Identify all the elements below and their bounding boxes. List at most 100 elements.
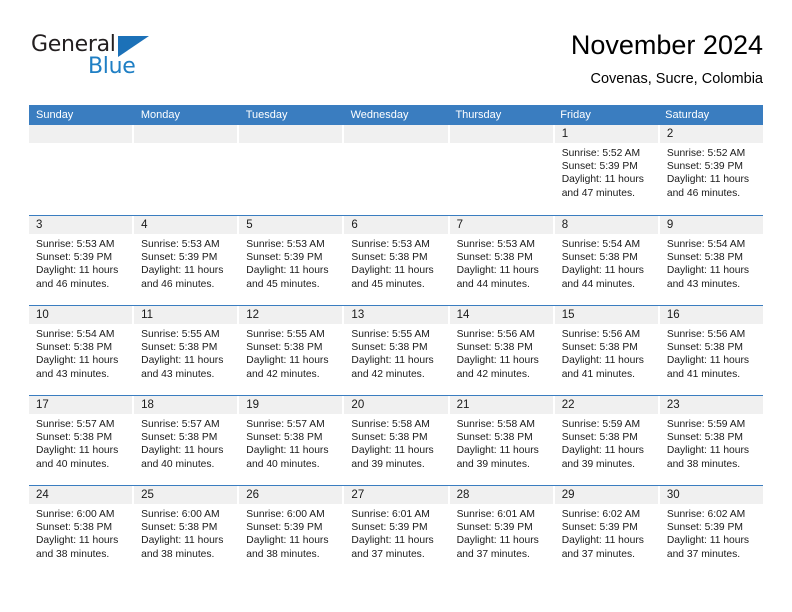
daylight-text: Daylight: 11 hours and 38 minutes. <box>36 535 119 560</box>
day-cell[interactable]: 18 Sunrise: 5:57 AM Sunset: 5:38 PM Dayligh… <box>134 396 238 485</box>
day-cell[interactable]: 26 Sunrise: 6:00 AM Sunset: 5:39 PM Dayligh… <box>239 486 343 575</box>
day-cell[interactable]: 22 Sunrise: 5:59 AM Sunset: 5:38 PM Dayligh… <box>554 396 658 485</box>
day-cell[interactable]: 6 Sunrise: 5:53 AM Sunset: 5:38 PM Daylight… <box>344 216 448 305</box>
day-info: Sunrise: 6:00 AM Sunset: 5:38 PM Daylight:… <box>134 504 237 561</box>
weekday-header-row: Sunday Monday Tuesday Wednesday Thursday Frid… <box>29 105 763 125</box>
day-number: 23 <box>659 396 763 414</box>
day-cell[interactable]: 30 Sunrise: 6:02 AM Sunset: 5:39 PM Dayligh… <box>659 486 763 575</box>
day-cell[interactable]: 27 Sunrise: 6:01 AM Sunset: 5:39 PM Dayligh… <box>344 486 448 575</box>
day-cell[interactable]: 7 Sunrise: 5:53 AM Sunset: 5:38 PM Daylight… <box>449 216 553 305</box>
day-number: 29 <box>554 486 658 504</box>
day-cell[interactable]: 25 Sunrise: 6:00 AM Sunset: 5:38 PM Dayligh… <box>134 486 238 575</box>
sunrise-text: Sunrise: 6:01 AM <box>456 509 535 520</box>
day-cell[interactable]: 1 Sunrise: 5:52 AM Sunset: 5:39 PM Daylight… <box>554 125 658 215</box>
sunrise-text: Sunrise: 5:56 AM <box>456 329 535 340</box>
day-info: Sunrise: 5:59 AM Sunset: 5:38 PM Daylight:… <box>555 414 658 471</box>
sunset-text: Sunset: 5:38 PM <box>141 342 218 354</box>
sunset-text: Sunset: 5:38 PM <box>561 432 638 444</box>
day-cell[interactable]: 16 Sunrise: 5:56 AM Sunset: 5:38 PM Dayligh… <box>659 306 763 395</box>
day-info: Sunrise: 5:56 AM Sunset: 5:38 PM Daylight:… <box>660 324 763 381</box>
sunrise-text: Sunrise: 5:55 AM <box>246 329 325 340</box>
sunset-text: Sunset: 5:38 PM <box>36 432 113 444</box>
day-cell[interactable]: 17 Sunrise: 5:57 AM Sunset: 5:38 PM Dayligh… <box>29 396 133 485</box>
day-number: 13 <box>344 306 448 324</box>
day-cell[interactable]: 28 Sunrise: 6:01 AM Sunset: 5:39 PM Dayligh… <box>449 486 553 575</box>
day-cell[interactable]: 14 Sunrise: 5:56 AM Sunset: 5:38 PM Dayligh… <box>449 306 553 395</box>
calendar-grid: Sunday Monday Tuesday Wednesday Thursday Frid… <box>29 105 763 575</box>
sunrise-text: Sunrise: 5:53 AM <box>36 239 115 250</box>
daylight-text: Daylight: 11 hours and 38 minutes. <box>246 535 329 560</box>
day-cell[interactable]: 20 Sunrise: 5:58 AM Sunset: 5:38 PM Dayligh… <box>344 396 448 485</box>
day-cell[interactable]: 24 Sunrise: 6:00 AM Sunset: 5:38 PM Dayligh… <box>29 486 133 575</box>
day-cell[interactable]: 5 Sunrise: 5:53 AM Sunset: 5:39 PM Daylight… <box>239 216 343 305</box>
day-cell-empty <box>344 125 448 215</box>
day-number: 6 <box>344 216 448 234</box>
sunset-text: Sunset: 5:38 PM <box>246 342 323 354</box>
day-number: 14 <box>449 306 553 324</box>
sunrise-text: Sunrise: 5:59 AM <box>561 419 641 430</box>
sunrise-text: Sunrise: 5:52 AM <box>561 148 641 159</box>
sunrise-text: Sunrise: 6:02 AM <box>666 509 746 520</box>
weekday-header-thursday: Thursday <box>455 109 502 121</box>
sunrise-text: Sunrise: 5:53 AM <box>351 239 430 250</box>
day-info: Sunrise: 6:00 AM Sunset: 5:38 PM Daylight:… <box>29 504 132 561</box>
day-number: 24 <box>29 486 133 504</box>
brand-name-blue: Blue <box>88 54 136 79</box>
day-info: Sunrise: 5:54 AM Sunset: 5:38 PM Daylight:… <box>660 234 763 291</box>
brand-logo[interactable]: General Blue <box>29 28 249 88</box>
day-info: Sunrise: 5:53 AM Sunset: 5:39 PM Daylight:… <box>134 234 237 291</box>
daylight-text: Daylight: 11 hours and 37 minutes. <box>351 535 434 560</box>
day-cell[interactable]: 3 Sunrise: 5:53 AM Sunset: 5:39 PM Daylight… <box>29 216 133 305</box>
daylight-text: Daylight: 11 hours and 43 minutes. <box>666 265 750 290</box>
sunrise-text: Sunrise: 5:55 AM <box>141 329 220 340</box>
day-info: Sunrise: 5:54 AM Sunset: 5:38 PM Daylight:… <box>29 324 132 381</box>
daylight-text: Daylight: 11 hours and 37 minutes. <box>456 535 539 560</box>
day-cell[interactable]: 2 Sunrise: 5:52 AM Sunset: 5:39 PM Daylight… <box>659 125 763 215</box>
daylight-text: Daylight: 11 hours and 46 minutes. <box>36 265 119 290</box>
day-cell-empty <box>29 125 133 215</box>
day-cell[interactable]: 8 Sunrise: 5:54 AM Sunset: 5:38 PM Daylight… <box>554 216 658 305</box>
day-cell[interactable]: 4 Sunrise: 5:53 AM Sunset: 5:39 PM Daylight… <box>134 216 238 305</box>
day-cell[interactable]: 12 Sunrise: 5:55 AM Sunset: 5:38 PM Dayligh… <box>239 306 343 395</box>
sunset-text: Sunset: 5:38 PM <box>351 342 428 354</box>
day-cell[interactable]: 13 Sunrise: 5:55 AM Sunset: 5:38 PM Dayligh… <box>344 306 448 395</box>
weekday-header-wednesday: Wednesday <box>350 109 409 121</box>
daylight-text: Daylight: 11 hours and 39 minutes. <box>351 445 434 470</box>
sunrise-text: Sunrise: 5:57 AM <box>141 419 220 430</box>
day-number: 15 <box>554 306 658 324</box>
day-info: Sunrise: 5:55 AM Sunset: 5:38 PM Daylight:… <box>344 324 447 381</box>
day-cell[interactable]: 10 Sunrise: 5:54 AM Sunset: 5:38 PM Dayligh… <box>29 306 133 395</box>
daylight-text: Daylight: 11 hours and 45 minutes. <box>351 265 434 290</box>
daylight-text: Daylight: 11 hours and 43 minutes. <box>141 355 224 380</box>
day-cell[interactable]: 23 Sunrise: 5:59 AM Sunset: 5:38 PM Dayligh… <box>659 396 763 485</box>
daylight-text: Daylight: 11 hours and 38 minutes. <box>666 445 750 470</box>
sunset-text: Sunset: 5:38 PM <box>141 432 218 444</box>
day-cell[interactable]: 29 Sunrise: 6:02 AM Sunset: 5:39 PM Dayligh… <box>554 486 658 575</box>
day-number: 4 <box>134 216 238 234</box>
day-cell[interactable]: 15 Sunrise: 5:56 AM Sunset: 5:38 PM Dayligh… <box>554 306 658 395</box>
sunrise-text: Sunrise: 6:02 AM <box>561 509 641 520</box>
sunrise-text: Sunrise: 6:00 AM <box>246 509 325 520</box>
sunset-text: Sunset: 5:39 PM <box>561 161 638 173</box>
sunset-text: Sunset: 5:39 PM <box>351 522 428 534</box>
calendar-week-row: 3 Sunrise: 5:53 AM Sunset: 5:39 PM Daylight… <box>29 215 763 305</box>
day-number: 12 <box>239 306 343 324</box>
daylight-text: Daylight: 11 hours and 42 minutes. <box>456 355 539 380</box>
calendar-page: General Blue November 2024 Covenas, Sucr… <box>0 0 792 612</box>
day-info: Sunrise: 5:59 AM Sunset: 5:38 PM Daylight:… <box>660 414 763 471</box>
day-info: Sunrise: 5:57 AM Sunset: 5:38 PM Daylight:… <box>29 414 132 471</box>
day-cell[interactable]: 9 Sunrise: 5:54 AM Sunset: 5:38 PM Daylight… <box>659 216 763 305</box>
day-number: 21 <box>449 396 553 414</box>
sunrise-text: Sunrise: 6:00 AM <box>36 509 115 520</box>
day-info: Sunrise: 5:58 AM Sunset: 5:38 PM Daylight:… <box>344 414 447 471</box>
sunset-text: Sunset: 5:38 PM <box>456 252 533 264</box>
day-cell[interactable]: 11 Sunrise: 5:55 AM Sunset: 5:38 PM Dayligh… <box>134 306 238 395</box>
day-info: Sunrise: 6:00 AM Sunset: 5:39 PM Daylight:… <box>239 504 342 561</box>
day-number: 7 <box>449 216 553 234</box>
day-info: Sunrise: 6:02 AM Sunset: 5:39 PM Daylight:… <box>555 504 658 561</box>
daylight-text: Daylight: 11 hours and 39 minutes. <box>456 445 539 470</box>
day-cell[interactable]: 21 Sunrise: 5:58 AM Sunset: 5:38 PM Dayligh… <box>449 396 553 485</box>
daylight-text: Daylight: 11 hours and 44 minutes. <box>456 265 539 290</box>
day-cell[interactable]: 19 Sunrise: 5:57 AM Sunset: 5:38 PM Dayligh… <box>239 396 343 485</box>
sunrise-text: Sunrise: 5:53 AM <box>141 239 220 250</box>
